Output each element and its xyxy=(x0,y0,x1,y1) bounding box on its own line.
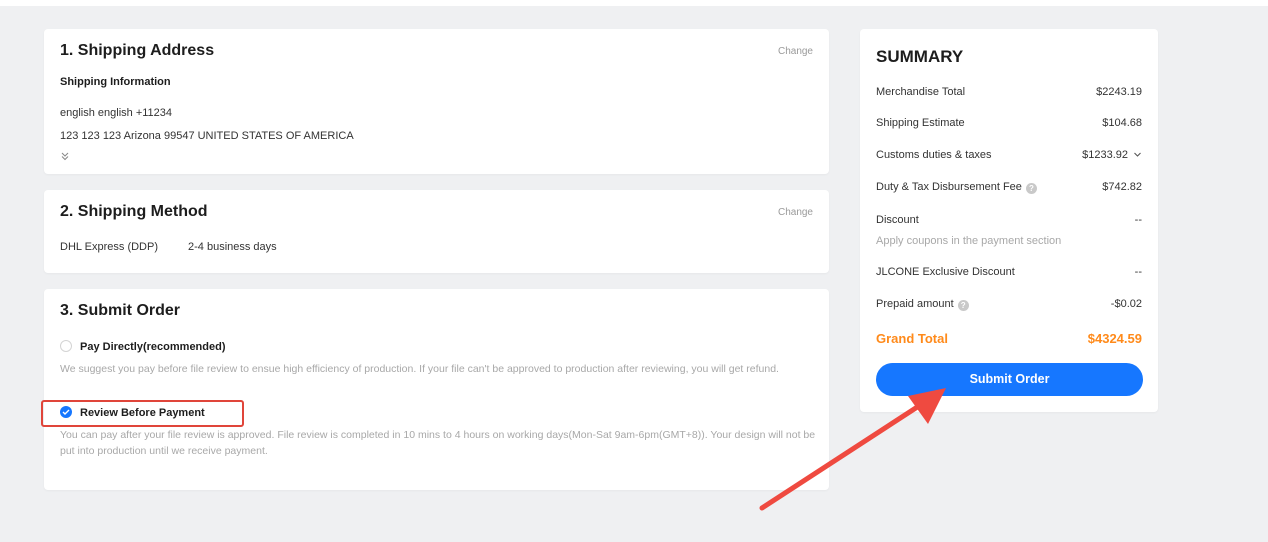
disbursement-fee-value: $742.82 xyxy=(1102,181,1142,193)
pay-directly-description: We suggest you pay before file review to… xyxy=(60,363,779,375)
delivery-time: 2-4 business days xyxy=(188,241,277,253)
recipient-address: 123 123 123 Arizona 99547 UNITED STATES … xyxy=(60,130,354,142)
summary-row-customs[interactable]: Customs duties & taxes $1233.92 xyxy=(876,149,1142,163)
help-icon[interactable]: ? xyxy=(957,300,969,311)
change-method-link[interactable]: Change xyxy=(778,207,813,218)
merchandise-total-value: $2243.19 xyxy=(1096,86,1142,98)
customs-duties-label: Customs duties & taxes xyxy=(876,149,992,161)
merchandise-total-label: Merchandise Total xyxy=(876,86,966,98)
shipping-info-heading: Shipping Information xyxy=(60,76,171,88)
summary-row-grand-total: Grand Total $4324.59 xyxy=(876,331,1142,347)
grand-total-value: $4324.59 xyxy=(1087,331,1142,346)
discount-value: -- xyxy=(1134,214,1142,226)
shipping-method-card: 2. Shipping Method Change DHL Express (D… xyxy=(44,190,829,273)
summary-row-discount: Discount -- xyxy=(876,214,1142,228)
jlcone-discount-value: -- xyxy=(1134,266,1142,278)
prepaid-label-wrap: Prepaid amount? xyxy=(876,298,969,311)
submit-order-card: 3. Submit Order Pay Directly(recommended… xyxy=(44,289,829,490)
summary-title: SUMMARY xyxy=(876,47,964,66)
summary-row-shipping: Shipping Estimate $104.68 xyxy=(876,117,1142,131)
double-chevron-down-icon[interactable] xyxy=(60,148,70,166)
jlcone-discount-label: JLCONE Exclusive Discount xyxy=(876,266,1015,278)
pay-directly-label[interactable]: Pay Directly(recommended) xyxy=(80,341,226,353)
annotation-highlight-box xyxy=(41,400,244,427)
submit-order-button[interactable]: Submit Order xyxy=(876,363,1143,396)
review-before-payment-description: You can pay after your file review is ap… xyxy=(60,429,816,457)
shipping-carrier: DHL Express (DDP) xyxy=(60,241,158,253)
summary-row-jlcone: JLCONE Exclusive Discount -- xyxy=(876,266,1142,280)
shipping-address-card: 1. Shipping Address Change Shipping Info… xyxy=(44,29,829,174)
chevron-down-icon[interactable] xyxy=(1133,150,1142,162)
top-strip xyxy=(0,0,1268,6)
summary-row-prepaid: Prepaid amount? -$0.02 xyxy=(876,298,1142,312)
grand-total-label: Grand Total xyxy=(876,331,948,346)
disbursement-fee-label: Duty & Tax Disbursement Fee xyxy=(876,181,1022,193)
customs-duties-value: $1233.92 xyxy=(1082,149,1128,161)
discount-label: Discount xyxy=(876,214,919,226)
discount-note: Apply coupons in the payment section xyxy=(876,235,1142,249)
prepaid-amount-value: -$0.02 xyxy=(1110,298,1142,310)
shipping-estimate-value: $104.68 xyxy=(1102,117,1142,129)
summary-row-merchandise: Merchandise Total $2243.19 xyxy=(876,86,1142,100)
pay-directly-radio[interactable] xyxy=(60,340,72,352)
discount-note-text: Apply coupons in the payment section xyxy=(876,235,1062,247)
summary-card: SUMMARY Merchandise Total $2243.19 Shipp… xyxy=(860,29,1158,412)
summary-row-disbursement: Duty & Tax Disbursement Fee? $742.82 xyxy=(876,181,1142,195)
change-address-link[interactable]: Change xyxy=(778,46,813,57)
shipping-address-title: 1. Shipping Address xyxy=(60,42,215,59)
help-icon[interactable]: ? xyxy=(1025,183,1037,194)
prepaid-amount-label: Prepaid amount xyxy=(876,298,954,310)
shipping-estimate-label: Shipping Estimate xyxy=(876,117,965,129)
disbursement-fee-label-wrap: Duty & Tax Disbursement Fee? xyxy=(876,181,1037,194)
recipient-name-phone: english english +11234 xyxy=(60,107,173,119)
shipping-method-title: 2. Shipping Method xyxy=(60,203,208,220)
submit-order-title: 3. Submit Order xyxy=(60,302,181,319)
